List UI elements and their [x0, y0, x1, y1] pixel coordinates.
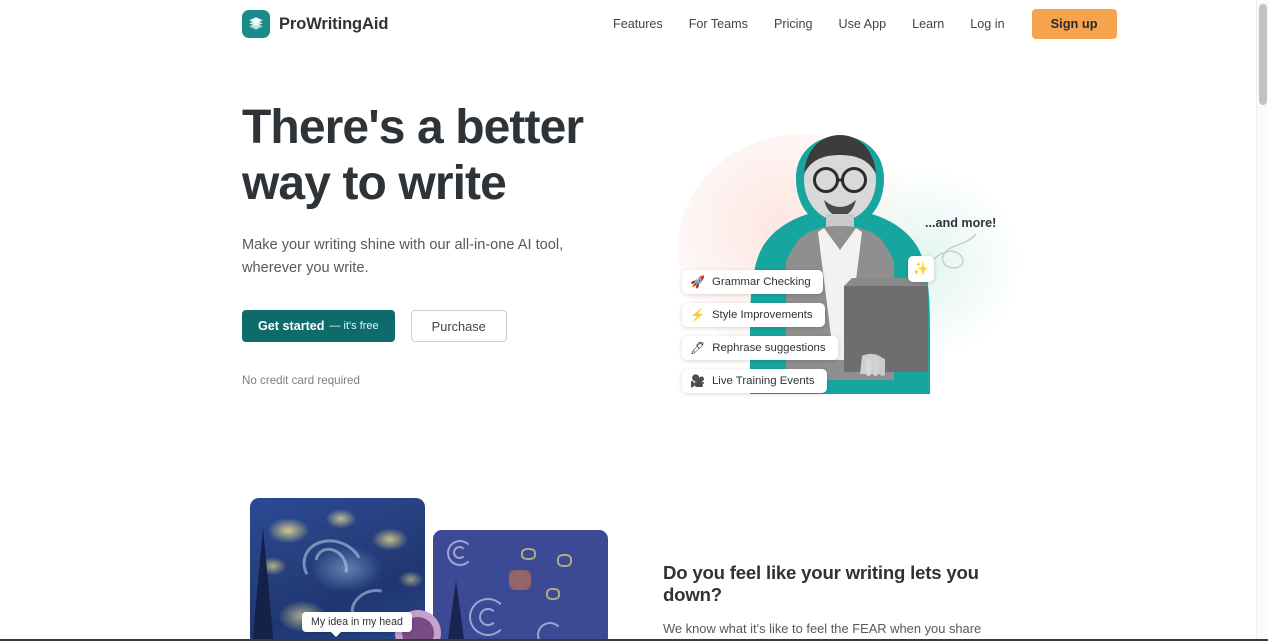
page-title: There's a better way to write: [242, 100, 642, 212]
feature-chip-label: Live Training Events: [711, 375, 815, 387]
simplified-painting: [433, 530, 608, 641]
flat-swirl-decoration: [453, 546, 466, 559]
hero-illustration: ...and more! ✨ 🚀 Grammar Checking ⚡ Styl…: [660, 108, 1020, 448]
feature-chip-label: Rephrase suggestions: [712, 342, 826, 354]
lightning-icon: ⚡: [690, 308, 705, 322]
get-started-suffix: — it's free: [329, 320, 379, 332]
hero-title-line-1: There's a better: [242, 101, 584, 154]
brand-logo-link[interactable]: ProWritingAid: [242, 10, 388, 38]
cypress-tree: [252, 528, 274, 641]
hero-section: There's a better way to write Make your …: [0, 48, 1256, 468]
page-root: ProWritingAid Features For Teams Pricing…: [0, 0, 1268, 641]
feature-chip-label: Style Improvements: [711, 309, 813, 321]
starry-night-painting: My idea in my head: [250, 498, 425, 641]
book-logo-icon: [242, 10, 270, 38]
flat-star-decoration: [557, 554, 572, 567]
video-camera-icon: 🎥: [690, 374, 705, 388]
nav-item-for-teams[interactable]: For Teams: [676, 12, 761, 37]
flat-swirl-decoration: [479, 608, 497, 626]
feature-chip-label: Grammar Checking: [711, 276, 811, 288]
purchase-button[interactable]: Purchase: [410, 310, 507, 342]
nav-item-log-in[interactable]: Log in: [957, 12, 1017, 37]
idea-tooltip: My idea in my head: [302, 612, 412, 637]
nav-item-learn[interactable]: Learn: [899, 12, 957, 37]
hero-cta-group: Get started — it's free Purchase: [242, 310, 642, 342]
page-scrollbar[interactable]: [1256, 0, 1268, 641]
brand-name: ProWritingAid: [279, 14, 389, 33]
hero-copy: There's a better way to write Make your …: [242, 100, 642, 387]
starry-night-illustration: My idea in my head: [250, 498, 608, 641]
get-started-label: Get started: [258, 319, 325, 333]
section-body: We know what it's like to feel the FEAR …: [663, 621, 999, 641]
nav-item-use-app[interactable]: Use App: [825, 12, 899, 37]
flat-cypress-tree: [447, 580, 465, 641]
feature-chip-grammar-checking: 🚀 Grammar Checking: [682, 270, 823, 294]
flat-star-decoration: [546, 588, 560, 600]
hero-subtitle: Make your writing shine with our all-in-…: [242, 237, 564, 276]
pen-icon: 🖊: [690, 341, 706, 355]
flat-moon-decoration: [509, 570, 531, 590]
flat-star-decoration: [521, 548, 536, 560]
hero-title-line-2: way to write: [242, 157, 507, 210]
no-credit-card-note: No credit card required: [242, 374, 360, 387]
feature-chip-list: 🚀 Grammar Checking ⚡ Style Improvements …: [682, 270, 838, 393]
and-more-label: ...and more!: [925, 216, 997, 230]
feature-chip-rephrase-suggestions: 🖊 Rephrase suggestions: [682, 336, 838, 360]
get-started-button[interactable]: Get started — it's free: [242, 310, 395, 342]
feature-chip-style-improvements: ⚡ Style Improvements: [682, 303, 825, 327]
site-header: ProWritingAid Features For Teams Pricing…: [0, 0, 1256, 48]
nav-item-pricing[interactable]: Pricing: [761, 12, 826, 37]
section2-copy: Do you feel like your writing lets you d…: [663, 562, 1023, 641]
sign-up-button[interactable]: Sign up: [1031, 8, 1117, 40]
main-navigation: Features For Teams Pricing Use App Learn…: [600, 0, 1117, 48]
section-title: Do you feel like your writing lets you d…: [663, 562, 979, 605]
rocket-icon: 🚀: [690, 275, 705, 289]
sparkles-icon: ✨: [908, 256, 934, 282]
feature-chip-live-training-events: 🎥 Live Training Events: [682, 369, 827, 393]
writing-lets-you-down-section: My idea in my head Do you feel like your…: [0, 468, 1256, 641]
nav-item-features[interactable]: Features: [600, 12, 676, 37]
scrollbar-thumb[interactable]: [1259, 4, 1267, 105]
